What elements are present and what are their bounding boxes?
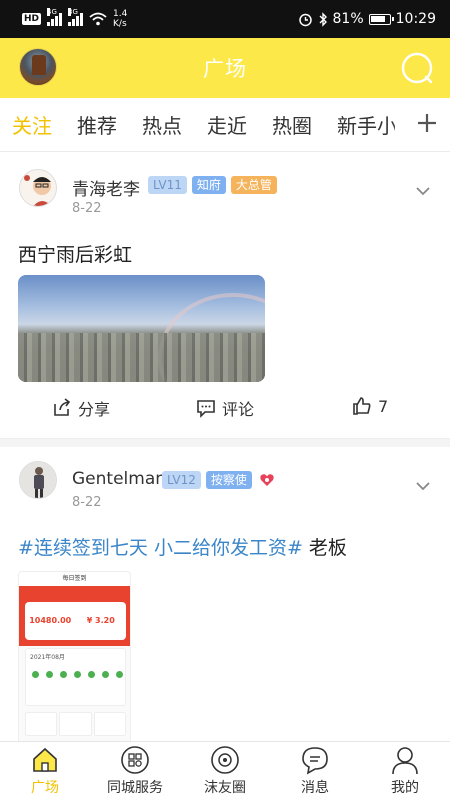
nav-messages[interactable]: 消息 (270, 742, 360, 800)
message-icon (302, 747, 328, 775)
share-label: 分享 (78, 400, 111, 419)
category-tabs: 关注 推荐 热点 走近 热圈 新手小 (0, 98, 450, 152)
wifi-icon (89, 12, 107, 26)
bluetooth-icon (319, 11, 327, 27)
chevron-down-icon[interactable] (416, 481, 430, 491)
level-badge: LV11 (148, 176, 187, 194)
thumbs-up-icon (353, 397, 371, 415)
hd-indicator: HD (22, 13, 42, 25)
city-shape (18, 333, 265, 382)
feed-post[interactable]: Gentelman LV12 按察使 8-22 #连续签到七天 小二给你发工资#… (0, 439, 450, 749)
check-dot (102, 671, 109, 678)
speed-value: 1.4 (113, 9, 128, 19)
app-header: 广场 (0, 38, 450, 98)
nav-label: 广场 (31, 780, 59, 796)
user-badges: LV12 按察使 (162, 471, 275, 489)
network-type-2: 3G (68, 8, 78, 16)
like-count: 7 (378, 396, 389, 416)
post-date: 8-22 (72, 495, 102, 510)
comment-icon (197, 400, 215, 418)
page-title: 广场 (203, 57, 247, 81)
post-actions: 分享 评论 7 (0, 392, 450, 422)
hashtag-link[interactable]: #连续签到七天 小二给你发工资# (18, 537, 303, 559)
nav-label: 同城服务 (107, 780, 163, 796)
status-left: HD 4G 3G 1.4 K/s (22, 8, 127, 29)
tab-following[interactable]: 关注 (12, 110, 52, 139)
feed-post[interactable]: 青海老李 LV11 知府 大总管 8-22 西宁雨后彩虹 分享 评论 7 (0, 152, 450, 439)
post-image[interactable]: 每日签到 10480.00 ¥ 3.20 2021年08月 (18, 571, 131, 749)
tab-recommended[interactable]: 推荐 (77, 110, 117, 139)
speed-unit: K/s (113, 19, 127, 29)
bottom-nav: 广场 同城服务 沫友圈 消息 我的 (0, 741, 450, 800)
nav-label: 我的 (391, 780, 419, 796)
share-icon (54, 398, 71, 416)
tabs-fade (392, 98, 410, 151)
comment-label: 评论 (222, 400, 255, 419)
post-text-tail: 老板 (302, 537, 347, 559)
title-badge: 按察使 (205, 471, 252, 489)
user-badges: LV11 知府 大总管 (148, 176, 277, 194)
share-button[interactable]: 分享 (52, 396, 110, 420)
nav-profile[interactable]: 我的 (360, 742, 450, 800)
signal-icon: 4G (47, 8, 63, 26)
person-photo-icon (20, 462, 56, 498)
post-photo[interactable] (18, 275, 265, 382)
nav-friends-circle[interactable]: 沫友圈 (180, 742, 270, 800)
image-month: 2021年08月 (30, 654, 65, 661)
image-card: 10480.00 ¥ 3.20 (25, 602, 126, 640)
search-icon[interactable] (400, 51, 434, 85)
nav-label: 沫友圈 (204, 780, 246, 796)
user-icon (392, 747, 418, 775)
comment-button[interactable]: 评论 (196, 396, 254, 420)
check-dot (32, 671, 39, 678)
post-text: #连续签到七天 小二给你发工资# 老板 (18, 533, 347, 560)
check-dot (88, 671, 95, 678)
tab-hot-circle[interactable]: 热圈 (272, 110, 312, 139)
image-calendar: 2021年08月 (25, 648, 126, 706)
image-stats (25, 712, 126, 736)
home-icon (33, 747, 57, 772)
poster-username[interactable]: 青海老李 (72, 175, 140, 200)
check-dot (46, 671, 53, 678)
like-button[interactable]: 7 (352, 396, 388, 416)
alarm-icon (298, 13, 312, 26)
clock: 10:29 (395, 11, 436, 27)
check-dot (116, 671, 123, 678)
status-bar: HD 4G 3G 1.4 K/s 81% 10:29 (0, 0, 450, 38)
chevron-down-icon[interactable] (416, 186, 430, 196)
battery-icon (368, 13, 394, 25)
signal-icon-2: 3G (68, 8, 84, 26)
post-date: 8-22 (72, 201, 102, 216)
image-title: 每日签到 (19, 572, 130, 586)
grid-icon (121, 746, 149, 774)
network-speed: 1.4 K/s (113, 9, 127, 29)
nav-label: 消息 (301, 780, 329, 796)
network-type-1: 4G (47, 8, 57, 16)
poster-avatar[interactable] (19, 169, 57, 207)
camera-circle-icon (211, 746, 239, 774)
title-badge: 知府 (191, 176, 226, 194)
tab-nearby[interactable]: 走近 (207, 110, 247, 139)
image-amount-left: 10480.00 (29, 616, 72, 625)
nav-plaza[interactable]: 广场 (0, 742, 90, 800)
check-dot (60, 671, 67, 678)
image-amount-right: ¥ 3.20 (86, 616, 115, 625)
my-avatar[interactable] (19, 48, 57, 86)
tab-hot[interactable]: 热点 (142, 110, 182, 139)
poster-username[interactable]: Gentelman (72, 469, 166, 489)
battery-percent: 81% (332, 11, 364, 27)
level-badge: LV12 (162, 471, 201, 489)
poster-avatar[interactable] (19, 461, 57, 499)
check-dot (74, 671, 81, 678)
nav-city-service[interactable]: 同城服务 (90, 742, 180, 800)
role-badge: 大总管 (230, 176, 277, 194)
add-tab-icon[interactable] (416, 112, 438, 134)
cartoon-avatar-icon (20, 170, 56, 206)
heart-icon (260, 474, 274, 486)
status-right: 81% 10:29 (298, 11, 436, 27)
tab-newbie[interactable]: 新手小 (337, 110, 395, 139)
post-text: 西宁雨后彩虹 (18, 244, 133, 266)
